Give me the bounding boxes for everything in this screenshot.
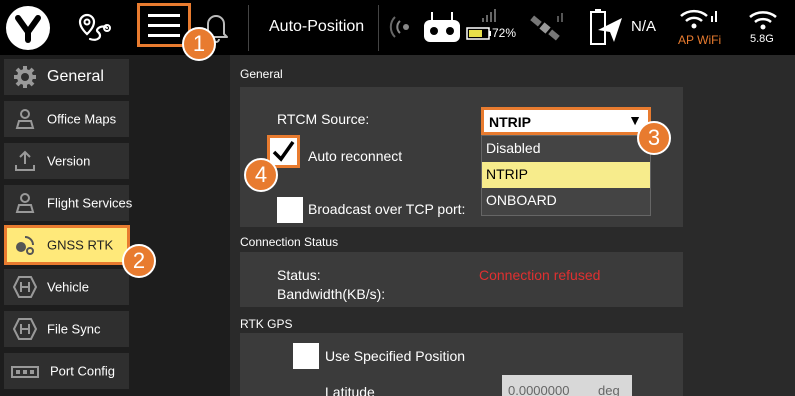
menu-bar-bottom: [148, 34, 180, 37]
toolbar-divider: [378, 5, 379, 51]
send-arrow-icon: [596, 14, 624, 44]
wifi-band-label: 5.8G: [750, 33, 774, 45]
callout-badge-1: 1: [182, 27, 216, 61]
person-map-icon: [15, 109, 35, 129]
sidebar-item-gnss-rtk[interactable]: GNSS RTK: [4, 225, 130, 265]
status-label: Status:: [277, 267, 321, 283]
rtcm-source-value: NTRIP: [489, 114, 531, 130]
battery-percent: 72%: [492, 26, 517, 40]
connection-status-header: Connection Status: [240, 235, 339, 249]
file-sync-h-icon: [13, 318, 37, 340]
dropdown-arrow-icon: ▼: [628, 112, 642, 128]
sidebar-item-label: Vehicle: [47, 279, 89, 295]
sidebar-item-office-maps[interactable]: Office Maps: [4, 101, 129, 137]
bandwidth-label: Bandwidth(KB/s):: [277, 286, 386, 302]
sidebar-item-vehicle[interactable]: Vehicle: [4, 269, 129, 305]
sidebar-item-flight-services[interactable]: Flight Services: [4, 185, 133, 221]
dropdown-option-onboard[interactable]: ONBOARD: [482, 188, 650, 214]
sidebar-item-label: Port Config: [50, 363, 116, 379]
satellite-icon: [16, 236, 34, 255]
sidebar-item-file-sync[interactable]: File Sync: [4, 311, 129, 347]
gear-icon: [14, 66, 36, 88]
menu-bar-top: [148, 14, 180, 17]
auto-reconnect-label: Auto reconnect: [308, 148, 403, 164]
checkmark-icon: [272, 140, 295, 162]
connection-status-card: Status: Connection refused Bandwidth(KB/…: [240, 252, 683, 307]
gnss-rtk-settings-panel: General RTCM Source: Broadcast over TCP …: [230, 55, 795, 396]
person-map-icon: [15, 193, 35, 213]
sidebar-item-label: GNSS RTK: [47, 237, 114, 253]
ap-wifi-icon: [679, 6, 719, 32]
latitude-label: Latitude: [325, 384, 375, 396]
gps-status-text: N/A: [631, 18, 657, 35]
dropdown-option-disabled[interactable]: Disabled: [482, 136, 650, 162]
sidebar-item-port-config[interactable]: Port Config: [4, 353, 129, 389]
top-toolbar: Auto-Position 72% N/A AP WiFi 5.8G: [0, 0, 795, 55]
use-specified-position-label: Use Specified Position: [325, 348, 466, 364]
broadcast-tcp-label: Broadcast over TCP port:: [308, 201, 466, 217]
y-logo-glyph: [15, 15, 41, 43]
dropdown-option-ntrip[interactable]: NTRIP: [482, 162, 650, 188]
rtk-gps-card: Use Specified Position Latitude 0.000000…: [240, 333, 683, 396]
port-config-icon: [11, 366, 39, 378]
app-logo-icon[interactable]: [6, 6, 50, 50]
satellite-icon: [527, 10, 567, 46]
general-section-header: General: [240, 67, 283, 81]
rtcm-source-dropdown: Disabled NTRIP ONBOARD: [481, 135, 651, 216]
callout-badge-4: 4: [244, 158, 278, 192]
rtk-gps-header: RTK GPS: [240, 317, 293, 331]
broadcast-tcp-checkbox[interactable]: [277, 197, 303, 223]
wifi-icon: [748, 8, 778, 30]
version-upload-icon: [15, 150, 35, 171]
sidebar-item-version[interactable]: Version: [4, 143, 129, 179]
sidebar-item-label: Office Maps: [47, 111, 117, 127]
sidebar-item-label: General: [47, 68, 104, 85]
callout-badge-2: 2: [122, 244, 156, 278]
use-specified-position-checkbox[interactable]: [293, 343, 319, 369]
sidebar-item-label: Flight Services: [47, 195, 133, 211]
auto-position-button[interactable]: Auto-Position: [269, 18, 364, 36]
toolbar-divider: [248, 5, 249, 51]
map-route-icon[interactable]: [76, 10, 112, 46]
sidebar-item-general[interactable]: General: [4, 59, 129, 95]
rtcm-source-label: RTCM Source:: [277, 111, 370, 127]
ap-wifi-label: AP WiFi: [678, 33, 722, 47]
vehicle-h-icon: [13, 276, 37, 298]
settings-sidebar: General Office Maps Version Flight Servi…: [0, 55, 230, 396]
callout-badge-3: 3: [637, 121, 671, 155]
sidebar-item-label: Version: [47, 153, 91, 169]
menu-bar-middle: [148, 24, 180, 27]
rtcm-source-select[interactable]: NTRIP ▼: [481, 107, 651, 135]
status-value: Connection refused: [479, 267, 601, 283]
broadcast-signal-icon: [388, 14, 414, 40]
remote-controller-icon: [422, 10, 462, 46]
latitude-value: 0.0000000: [508, 383, 570, 396]
latitude-input[interactable]: 0.0000000 deg: [502, 375, 632, 396]
sidebar-item-label: File Sync: [47, 321, 101, 337]
latitude-unit: deg: [598, 383, 620, 396]
